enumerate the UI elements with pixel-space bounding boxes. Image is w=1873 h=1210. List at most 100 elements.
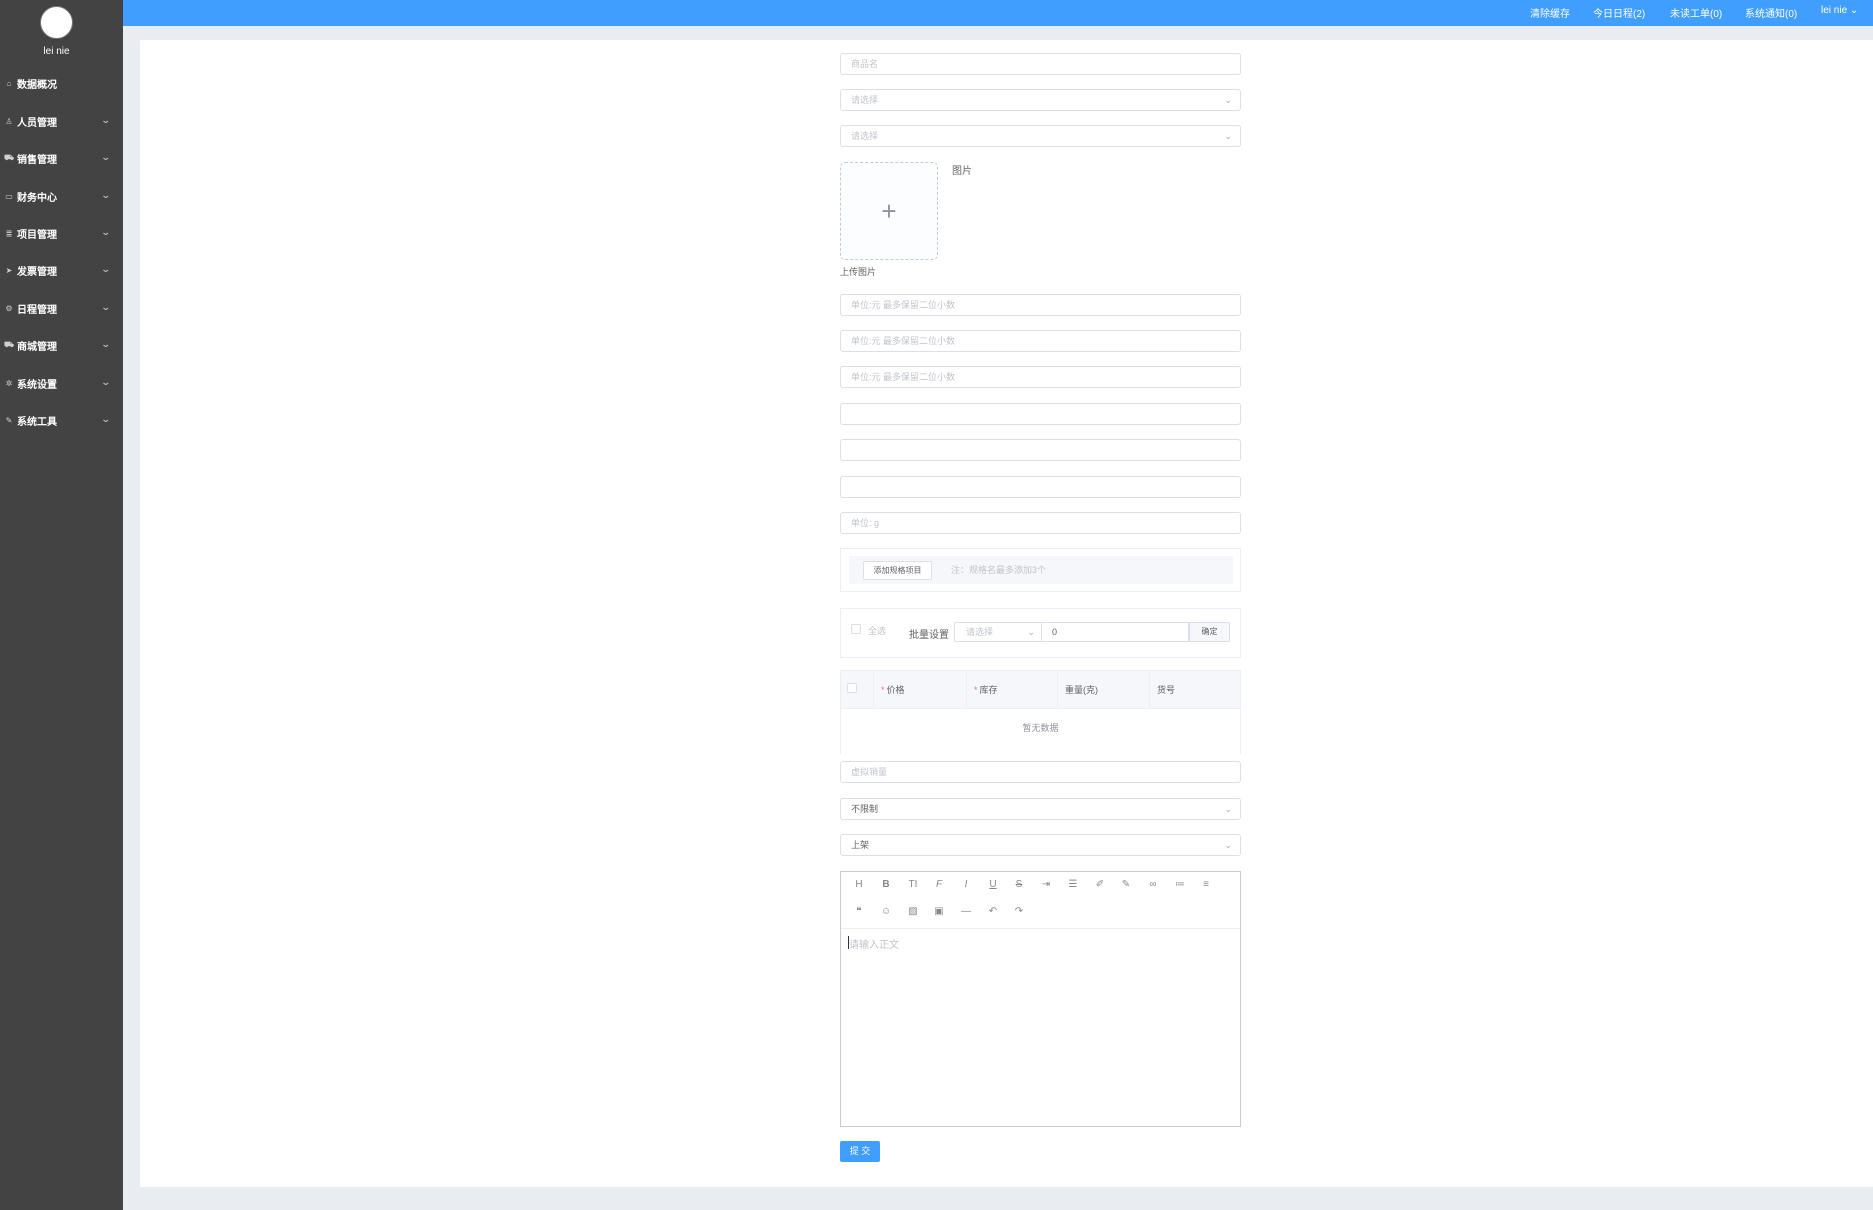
strikethrough-icon[interactable]: S [1011,877,1027,893]
chevron-down-icon: ⌄ [100,190,112,200]
batch-field-select[interactable]: 请选择 ⌄ [954,622,1042,642]
sidebar-item-label: 系统设置 [17,379,57,391]
chevron-down-icon: ⌄ [100,264,112,274]
limit-purchase-value: 不限制 [851,804,879,814]
sidebar-item-mall[interactable]: ⛟ 商城管理 ⌄ [0,335,123,355]
gear-icon: ⚙ [5,303,13,313]
chevron-down-icon: ⌄ [100,377,112,387]
table-select-all-checkbox[interactable] [847,683,857,693]
indent-icon[interactable]: ⇥ [1038,877,1054,893]
quote-icon[interactable]: ❝ [851,904,867,920]
heading-icon[interactable]: H [851,877,867,893]
list-icon[interactable]: ≔ [1172,877,1188,893]
link-icon[interactable]: ∞ [1145,877,1161,893]
sidebar-item-sales[interactable]: ⛟ 销售管理 ⌄ [0,148,123,168]
video-icon[interactable]: ▣ [931,904,947,920]
table-header-label: 价格 [886,685,905,695]
editor-toolbar: H B TI F I U S ⇥ ☰ ✐ ✎ ∞ ≔ ≡ ❝ ☺ ▨ ▣ — ↶… [841,872,1240,929]
chevron-down-icon: ⌄ [100,414,112,424]
chevron-down-icon: ⌄ [1224,95,1232,105]
add-spec-button[interactable]: 添加规格项目 [863,561,932,580]
image-upload-button[interactable]: + [840,162,938,260]
batch-confirm-button[interactable]: 确定 [1189,622,1230,642]
editor-body[interactable]: 请输入正文 [849,936,899,951]
multi-spec-box: 添加规格项目 注：规格名最多添加3个 [840,548,1241,592]
sidebar-item-label: 财务中心 [17,192,57,204]
spec-table-header: * 价格 * 库存 重量(克) 货号 [841,671,1240,709]
rich-text-editor: H B TI F I U S ⇥ ☰ ✐ ✎ ∞ ≔ ≡ ❝ ☺ ▨ ▣ — ↶… [840,871,1241,1127]
category1-select[interactable]: 请选择 ⌄ [840,89,1241,111]
unread-orders-link[interactable]: 未读工单(0) [1670,5,1722,20]
sidebar-item-projects[interactable]: ≣ 项目管理 ⌄ [0,223,123,243]
select-all-label: 全选 [868,626,887,636]
submit-button[interactable]: 提 交 [840,1141,880,1162]
category2-select[interactable]: 请选择 ⌄ [840,125,1241,147]
sidebar: lei nie ⌂ 数据概况 ♙ 人员管理 ⌄ ⛟ 销售管理 ⌄ ▭ 财务中心 … [0,0,123,1210]
redo-icon[interactable]: ↷ [1011,904,1027,920]
chevron-down-icon: ⌄ [1224,131,1232,141]
today-schedule-link[interactable]: 今日日程(2) [1593,5,1645,20]
category1-placeholder: 请选择 [851,95,879,105]
sales-input[interactable]: 虚拟销量 [840,761,1241,783]
font-name-icon[interactable]: F [931,877,947,893]
cog-icon: ✲ [5,378,13,388]
plus-icon: + [881,195,897,226]
sidebar-item-label: 系统工具 [17,416,57,428]
sidebar-item-label: 商城管理 [17,341,57,353]
table-empty-text: 暂无数据 [1022,723,1059,733]
table-header-label: 重量(克) [1065,685,1098,695]
image-upload-tip: 上传图片 [840,267,877,277]
multi-spec-toolbar: 添加规格项目 注：规格名最多添加3个 [849,556,1233,584]
spec-name-input[interactable] [840,439,1241,461]
sidebar-item-personnel[interactable]: ♙ 人员管理 ⌄ [0,111,123,131]
user-menu[interactable]: lei nie ⌄ [1821,5,1858,16]
home-icon: ⌂ [6,78,12,88]
divider-icon[interactable]: — [958,904,974,920]
table-header-checkbox-cell [841,671,874,709]
chevron-down-icon: ⌄ [1849,5,1859,16]
chevron-down-icon: ⌄ [100,339,112,349]
sidebar-item-label: 人员管理 [17,117,57,129]
image-icon[interactable]: ▨ [905,904,921,920]
name-input[interactable]: 商品名 [840,53,1241,75]
original-price-input[interactable]: 单位:元 最多保留二位小数 [840,330,1241,352]
wrench-icon: ✎ [5,415,13,425]
sidebar-item-system-tools[interactable]: ✎ 系统工具 ⌄ [0,410,123,430]
underline-icon[interactable]: U [985,877,1001,893]
sidebar-item-schedule[interactable]: ⚙ 日程管理 ⌄ [0,298,123,318]
fore-color-icon[interactable]: ✐ [1092,877,1108,893]
chevron-down-icon: ⌄ [1224,804,1232,814]
batch-value-input[interactable]: 0 [1042,622,1189,642]
stock-input[interactable] [840,403,1241,425]
cost-price-input[interactable]: 单位:元 最多保留二位小数 [840,294,1241,316]
product-form-panel: 名称 商品名 一级分类 请选择 ⌄ 二级分类 请选择 ⌄ 图片 + 上传图片 成… [140,40,1873,1187]
chevron-down-icon: ⌄ [100,152,112,162]
notifications-link[interactable]: 系统通知(0) [1745,5,1797,20]
batch-settings-box: 全选 批量设置 请选择 ⌄ 0 确定 [840,608,1241,658]
on-shelf-select[interactable]: 上架 ⌄ [840,834,1241,856]
undo-icon[interactable]: ↶ [985,904,1001,920]
sidebar-item-invoices[interactable]: ➤ 发票管理 ⌄ [0,260,123,280]
sidebar-item-dashboard[interactable]: ⌂ 数据概况 [0,73,123,93]
justify-icon[interactable]: ≡ [1198,877,1214,893]
user-icon: ♙ [5,116,13,126]
sidebar-item-system-settings[interactable]: ✲ 系统设置 ⌄ [0,373,123,393]
table-header-item-no: 货号 [1150,671,1240,709]
emoticon-icon[interactable]: ☺ [878,904,894,920]
select-all-checkbox[interactable] [851,624,861,634]
avatar[interactable] [40,6,73,39]
sale-price-input[interactable]: 单位:元 最多保留二位小数 [840,366,1241,388]
line-height-icon[interactable]: ☰ [1065,877,1081,893]
italic-icon[interactable]: I [958,877,974,893]
bold-icon[interactable]: B [878,877,894,893]
spec-table: * 价格 * 库存 重量(克) 货号 暂无数据 [840,670,1241,754]
item-no-input[interactable] [840,476,1241,498]
chevron-down-icon: ⌄ [1224,840,1232,850]
sidebar-item-label: 日程管理 [17,304,57,316]
back-color-icon[interactable]: ✎ [1118,877,1134,893]
font-size-icon[interactable]: TI [905,877,921,893]
clear-cache-link[interactable]: 清除缓存 [1530,5,1570,20]
limit-purchase-select[interactable]: 不限制 ⌄ [840,798,1241,820]
weight-input[interactable]: 单位: g [840,512,1241,534]
sidebar-item-finance[interactable]: ▭ 财务中心 ⌄ [0,186,123,206]
